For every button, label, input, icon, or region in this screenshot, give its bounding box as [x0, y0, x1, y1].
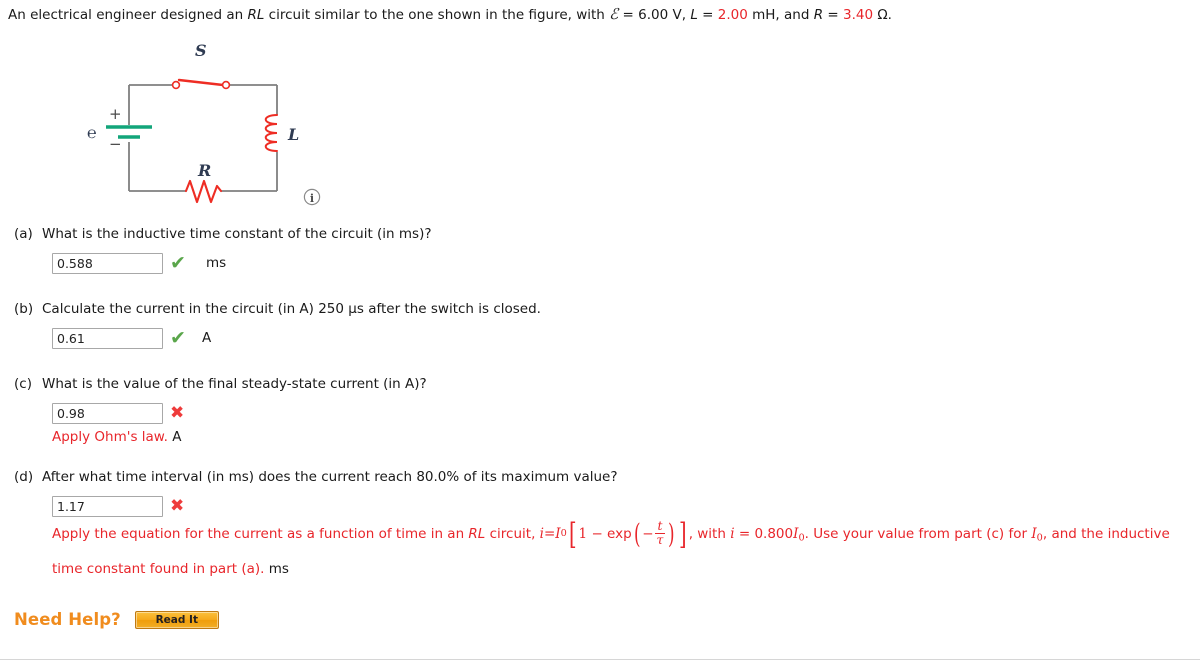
part-a-unit: ms: [206, 255, 227, 271]
eq-one: 1: [578, 526, 588, 542]
part-d-feedback-lead: Apply the equation for the current as a …: [52, 526, 469, 542]
rl-label: RL: [247, 7, 265, 23]
switch-symbol: [171, 78, 231, 90]
part-c-feedback: Apply Ohm's law. A: [52, 427, 1198, 447]
info-icon[interactable]: i: [303, 188, 321, 206]
cond-equals: =: [734, 526, 755, 542]
resistance-unit: Ω.: [873, 7, 892, 23]
part-b: (b) Calculate the current in the circuit…: [8, 300, 1198, 349]
eq-right-paren: ): [668, 519, 675, 551]
part-c-answer-input[interactable]: [52, 402, 163, 424]
part-c-label: (c): [14, 376, 32, 392]
part-a-correct-icon: ✔: [170, 251, 186, 274]
part-c: (c) What is the value of the final stead…: [8, 375, 1198, 447]
part-c-incorrect-icon: ✖: [170, 402, 185, 423]
switch-terminal-right: [221, 80, 231, 90]
part-a-label: (a): [14, 226, 33, 242]
part-d-feedback-rl: RL: [468, 526, 486, 542]
part-c-feedback-text: Apply Ohm's law.: [52, 429, 168, 445]
part-d-feedback-tail: . Use your value from part (c) for: [804, 526, 1032, 542]
part-b-label: (b): [14, 301, 34, 317]
switch-blade: [177, 78, 225, 87]
battery-plus-label: +: [109, 105, 122, 123]
part-d-feedback-tail2: , and the inductive: [1042, 526, 1170, 542]
eq-t: t: [657, 517, 663, 533]
part-b-question: Calculate the current in the circuit (in…: [42, 301, 541, 317]
emf-label: ℮: [87, 123, 97, 142]
resistor-label: R: [197, 161, 211, 180]
eq-minus: −: [591, 526, 603, 542]
eq-right-bracket: ]: [679, 517, 687, 553]
eq-left-paren: (: [633, 519, 641, 551]
read-it-button[interactable]: Read It: [134, 610, 219, 629]
resistance-symbol: R: [813, 7, 824, 23]
resistance-value: 3.40: [842, 7, 874, 23]
part-d-feedback-mid: , with: [688, 526, 731, 542]
inductance-value: 2.00: [717, 7, 748, 23]
part-c-question: What is the value of the final steady-st…: [42, 376, 427, 392]
part-d-label: (d): [14, 469, 34, 485]
part-d-incorrect-icon: ✖: [170, 495, 185, 516]
battery-minus-label: −: [109, 135, 122, 153]
intro-text-a: An electrical engineer designed an: [8, 7, 248, 23]
emf-equation: = 6.00 V,: [618, 7, 691, 23]
eq-I0-sub: 0: [560, 528, 567, 539]
circuit-diagram: S L R ℮ + − i: [80, 36, 340, 216]
inductance-unit: mH, and: [747, 7, 814, 23]
part-d: (d) After what time interval (in ms) doe…: [8, 468, 1198, 583]
part-a-answer-input[interactable]: [52, 252, 163, 274]
eq-tau: τ: [654, 531, 666, 547]
need-help-section: Need Help? Read It: [14, 610, 219, 629]
inductor-symbol: [264, 114, 278, 152]
part-d-answer-input[interactable]: [52, 495, 163, 517]
part-d-feedback-circuit: circuit,: [485, 526, 540, 542]
switch-label: S: [195, 41, 207, 60]
part-a-question: What is the inductive time constant of t…: [42, 226, 432, 242]
problem-statement: An electrical engineer designed an RL ci…: [8, 5, 892, 24]
eq-neg-sign: −: [642, 526, 654, 542]
part-d-feedback: Apply the equation for the current as a …: [52, 517, 1198, 583]
bottom-divider: [0, 659, 1200, 660]
problem-page: An electrical engineer designed an RL ci…: [0, 0, 1200, 665]
eq-exp: exp: [607, 526, 632, 542]
eq-left-bracket: [: [568, 517, 577, 553]
inductance-symbol: L: [690, 7, 698, 23]
resistance-eq-prefix: =: [823, 7, 843, 23]
inductance-eq-prefix: =: [697, 7, 718, 23]
part-b-answer-input[interactable]: [52, 327, 163, 349]
emf-symbol: ℰ: [609, 5, 619, 23]
eq-equals: =: [543, 526, 556, 542]
inductor-label: L: [287, 125, 299, 144]
part-d-feedback-unit: ms: [268, 560, 289, 577]
part-d-feedback-line2: time constant found in part (a).: [52, 560, 265, 577]
svg-text:i: i: [310, 192, 314, 205]
need-help-label: Need Help?: [14, 610, 121, 629]
part-b-correct-icon: ✔: [170, 326, 186, 349]
part-b-unit: A: [202, 330, 212, 346]
cond-value: 0.800: [754, 526, 794, 542]
resistor-symbol: [184, 179, 223, 204]
part-d-feedback-line2-wrap: time constant found in part (a). ms: [52, 555, 1198, 583]
part-c-feedback-unit: A: [172, 429, 182, 445]
switch-terminal-left: [171, 80, 181, 90]
part-d-question: After what time interval (in ms) does th…: [42, 469, 618, 485]
current-equation: i = I 0[1 − exp(− t τ)]: [540, 517, 689, 553]
eq-t-over-tau: tτ: [654, 517, 666, 547]
part-a: (a) What is the inductive time constant …: [8, 225, 1198, 274]
intro-text-b: circuit similar to the one shown in the …: [264, 7, 610, 23]
